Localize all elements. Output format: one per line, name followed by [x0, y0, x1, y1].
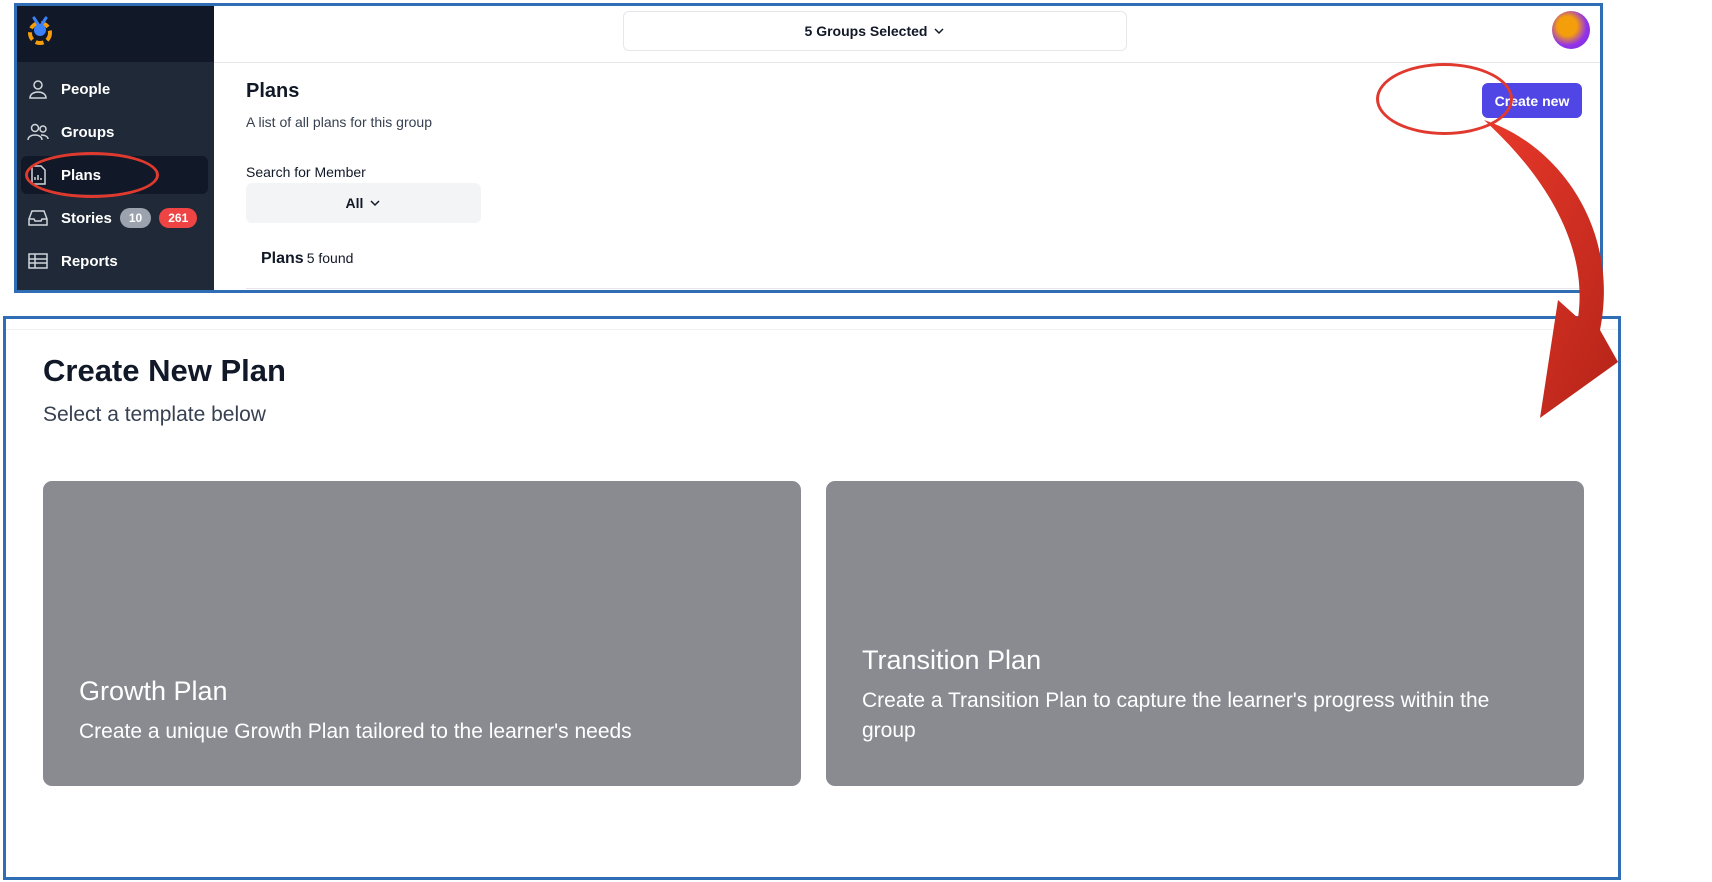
member-select-dropdown[interactable]: All — [246, 183, 481, 223]
stories-icon — [27, 207, 49, 229]
chevron-down-icon — [934, 28, 944, 35]
sidebar-item-reports[interactable]: Reports — [21, 242, 208, 280]
sidebar-item-groups[interactable]: Groups — [21, 113, 208, 151]
card-description: Create a unique Growth Plan tailored to … — [79, 720, 632, 743]
search-member-label: Search for Member — [246, 164, 366, 180]
stories-count-badge: 10 — [119, 208, 152, 228]
sidebar-item-label: Groups — [61, 123, 115, 141]
page-subtitle: A list of all plans for this group — [246, 114, 432, 130]
sidebar: People Groups Plans Stories 10 261 Repor… — [17, 6, 214, 290]
curved-arrow-icon — [1484, 120, 1618, 418]
transition-plan-card[interactable]: Transition Plan Create a Transition Plan… — [826, 481, 1584, 786]
card-description: Create a Transition Plan to capture the … — [862, 689, 1490, 742]
divider — [6, 329, 1618, 330]
group-selector-dropdown[interactable]: 5 Groups Selected — [623, 11, 1127, 51]
person-icon — [27, 78, 49, 100]
card-title: Transition Plan — [862, 645, 1042, 675]
plans-screenshot-panel: People Groups Plans Stories 10 261 Repor… — [14, 3, 1603, 293]
group-selector-label: 5 Groups Selected — [804, 23, 928, 39]
plans-highlight-ellipse — [25, 152, 159, 198]
page-title: Plans — [246, 80, 300, 102]
stories-alert-badge: 261 — [159, 208, 198, 228]
page-title: Create New Plan — [43, 353, 286, 388]
groups-icon — [27, 121, 49, 143]
app-logo-icon[interactable] — [25, 14, 55, 48]
plans-count-label: Plans — [261, 250, 304, 267]
card-title: Growth Plan — [79, 676, 228, 706]
plans-found-count: 5 found — [306, 250, 354, 266]
sidebar-item-label: Stories — [61, 209, 112, 227]
page-subtitle: Select a template below — [43, 403, 266, 426]
divider — [246, 288, 1580, 289]
top-bar: 5 Groups Selected — [214, 6, 1600, 63]
sidebar-item-label: People — [61, 80, 111, 98]
sidebar-item-label: Reports — [61, 252, 118, 270]
reports-icon — [27, 250, 49, 272]
sidebar-item-people[interactable]: People — [21, 70, 208, 108]
create-plan-screenshot-panel: Create New Plan Select a template below … — [3, 316, 1621, 880]
growth-plan-card[interactable]: Growth Plan Create a unique Growth Plan … — [43, 481, 801, 786]
avatar[interactable] — [1552, 11, 1590, 49]
plans-count: Plans 5 found — [261, 250, 353, 268]
member-select-value: All — [345, 195, 364, 211]
chevron-down-icon — [370, 200, 380, 207]
sidebar-item-stories[interactable]: Stories 10 261 — [21, 199, 208, 237]
